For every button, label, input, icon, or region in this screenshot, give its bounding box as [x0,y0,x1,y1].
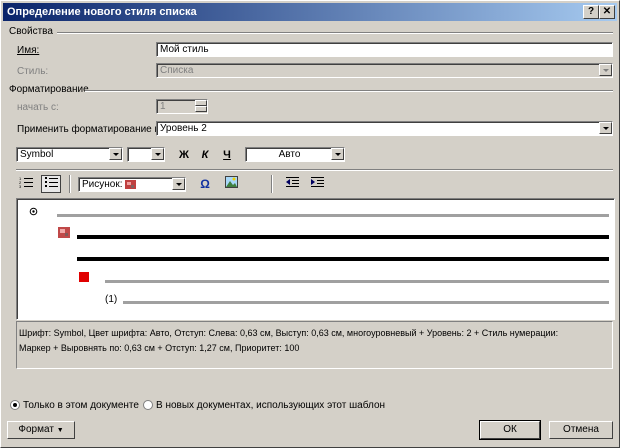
level4-number: (1) [105,294,118,305]
level2-picture-bullet-icon [58,227,70,238]
font-color-dropdown-icon[interactable] [331,148,344,160]
font-value: Symbol [20,149,54,160]
format-dropdown-icon: ▼ [56,427,64,434]
scope-this-document-label[interactable]: Только в этом документе [23,400,139,411]
increase-indent-icon [310,177,324,187]
ok-button[interactable]: ОК [479,420,541,440]
picture-dropdown-icon[interactable] [172,178,185,190]
style-dropdown-icon [599,64,612,76]
numbered-list-button[interactable]: 1 2 3 [17,176,35,192]
formatting-divider [85,90,613,92]
style-description: Шрифт: Symbol, Цвет шрифта: Авто, Отступ… [16,321,613,369]
scope-new-documents-label[interactable]: В новых документах, использующих этот ша… [156,400,385,411]
dialog-window: Определение нового стиля списка ? ✕ Свой… [0,0,620,448]
apply-to-dropdown-icon[interactable] [599,122,612,134]
help-button[interactable]: ? [583,5,599,19]
properties-divider [57,32,613,34]
start-at-label: начать с: [17,102,59,113]
start-at-spinner: 1 [156,99,208,114]
picture-button[interactable] [222,176,240,192]
bullet-picture-select[interactable]: Рисунок: [78,177,186,192]
level1-bullet-icon [29,207,38,216]
preview-line-level3 [105,280,609,283]
format-menu-button[interactable]: Формат ▼ [7,421,75,439]
image-icon [224,176,238,188]
decrease-indent-icon [285,177,299,187]
name-field[interactable]: Мой стиль [156,42,613,57]
preview-line-level1 [57,214,609,217]
close-button[interactable]: ✕ [599,5,615,19]
font-color-value: Авто [278,149,301,160]
scope-this-document-radio[interactable] [10,400,20,410]
style-select-value: Списка [160,65,194,76]
preview-line-level2b [77,257,609,261]
toolbar-sep-1 [69,175,71,193]
scope-new-documents-radio[interactable] [143,400,153,410]
italic-button[interactable]: К [196,147,214,163]
apply-to-value: Уровень 2 [160,123,207,134]
apply-to-label: Применить форматирование к: [17,124,162,135]
name-label: Имя: [17,45,40,56]
svg-text:3: 3 [19,184,22,188]
spin-down-icon [195,106,207,112]
picture-bullet-icon [125,180,136,189]
symbol-button[interactable]: Ω [196,176,214,192]
increase-indent-button[interactable] [308,176,326,192]
cancel-button[interactable]: Отмена [549,421,613,439]
preview-line-level2a [77,235,609,239]
title-bar: Определение нового стиля списка ? ✕ [3,3,617,21]
decrease-indent-button[interactable] [283,176,301,192]
bulleted-list-button[interactable] [41,175,61,193]
underline-button[interactable]: Ч [218,147,236,163]
bulleted-list-icon [45,177,58,187]
toolbar-sep-2 [271,175,273,193]
format-button-label: Формат [18,424,54,435]
toolbar-divider [16,169,613,171]
font-color-select[interactable]: Авто [245,147,345,162]
bold-button[interactable]: Ж [175,147,193,163]
properties-group-label: Свойства [9,26,53,37]
apply-to-select[interactable]: Уровень 2 [156,121,613,136]
numbered-list-icon: 1 2 3 [19,176,33,189]
level3-square-bullet-icon [79,272,89,282]
list-preview-pane: (1) [16,198,615,320]
formatting-group-label: Форматирование [9,84,89,95]
preview-line-level4 [123,301,609,304]
size-dropdown-icon[interactable] [151,148,164,160]
font-dropdown-icon[interactable] [109,148,122,160]
font-select[interactable]: Symbol [16,147,123,162]
dialog-title: Определение нового стиля списка [7,6,197,18]
style-select: Списка [156,63,613,78]
start-at-value: 1 [160,101,166,112]
picture-label: Рисунок: [82,179,123,190]
style-label: Стиль: [17,66,49,77]
size-select[interactable] [127,147,165,162]
